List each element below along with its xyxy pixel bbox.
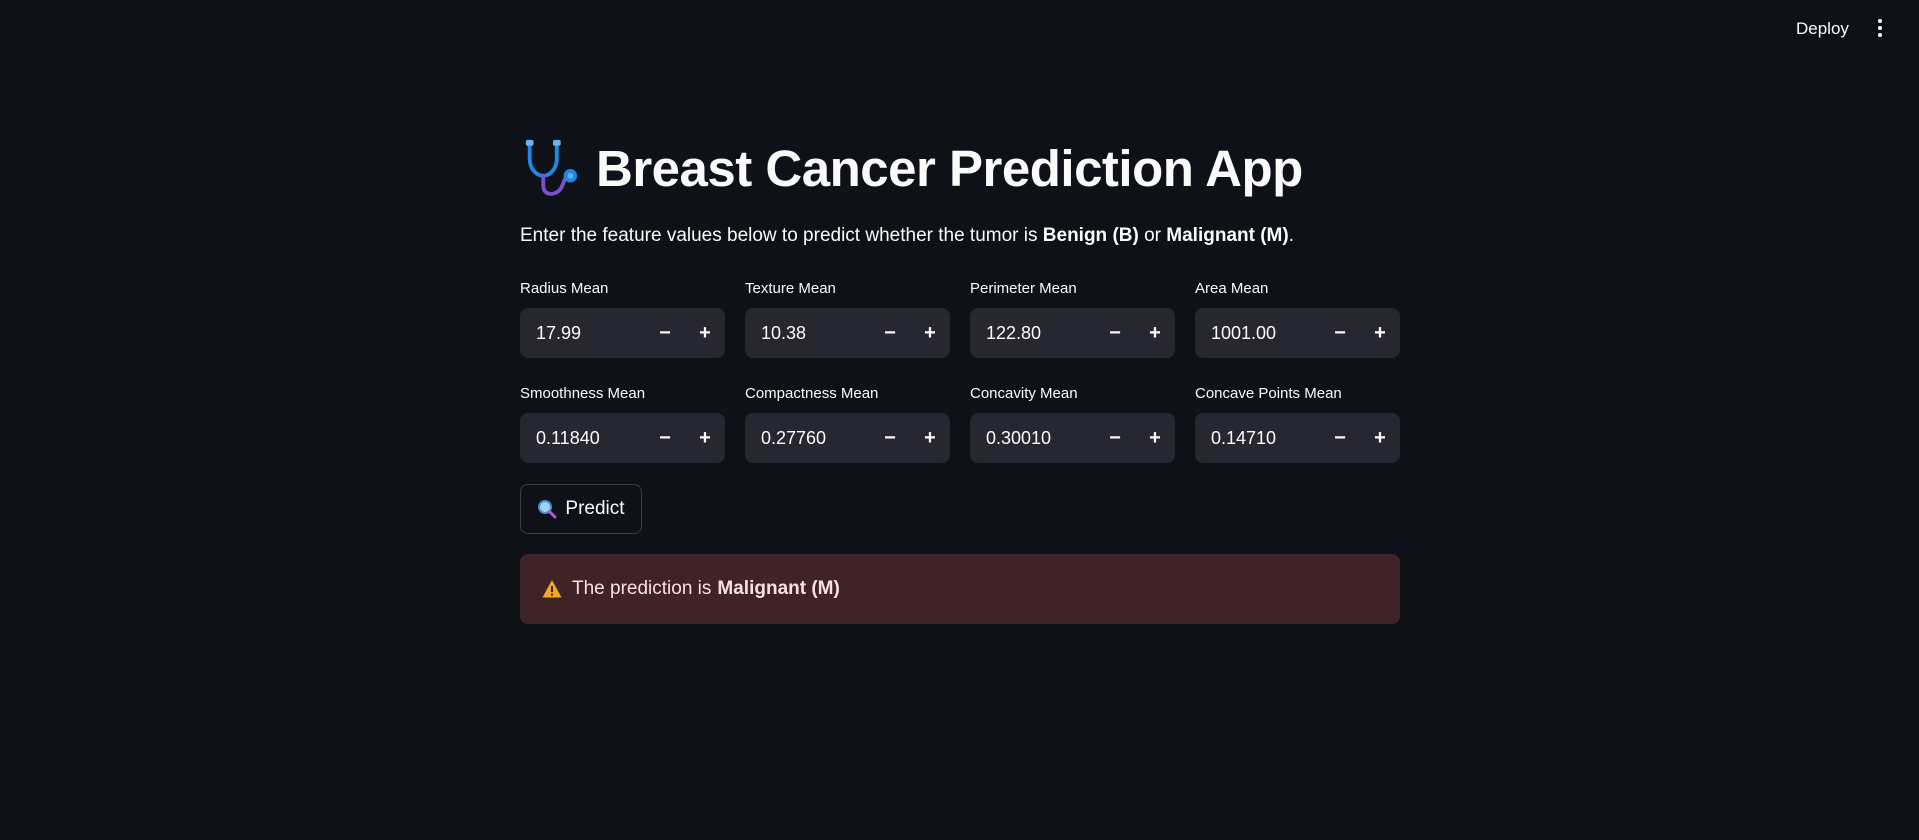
concave-points-mean-input[interactable] <box>1195 426 1320 450</box>
page-subtitle: Enter the feature values below to predic… <box>520 225 1294 247</box>
decrement-button[interactable]: − <box>645 413 685 463</box>
prediction-prefix: The prediction is <box>572 578 712 599</box>
field-label: Concavity Mean <box>970 385 1078 402</box>
warning-icon <box>542 580 562 598</box>
field-area-mean: Area Mean − + <box>1195 278 1400 358</box>
field-texture-mean: Texture Mean − + <box>745 278 950 358</box>
field-concave-points-mean: Concave Points Mean − + <box>1195 383 1400 463</box>
number-input: − + <box>745 413 950 463</box>
area-mean-input[interactable] <box>1195 321 1320 345</box>
field-concavity-mean: Concavity Mean − + <box>970 383 1175 463</box>
number-input: − + <box>1195 308 1400 358</box>
kebab-menu-icon[interactable] <box>1872 16 1888 42</box>
increment-button[interactable]: + <box>1135 308 1175 358</box>
page-title: Breast Cancer Prediction App <box>596 139 1303 197</box>
field-label: Radius Mean <box>520 280 609 297</box>
increment-button[interactable]: + <box>685 413 725 463</box>
decrement-button[interactable]: − <box>1320 413 1360 463</box>
number-input: − + <box>520 413 725 463</box>
subtitle-benign: Benign (B) <box>1042 225 1139 246</box>
field-label: Area Mean <box>1195 280 1269 297</box>
number-input: − + <box>970 308 1175 358</box>
increment-button[interactable]: + <box>1135 413 1175 463</box>
predict-label: Predict <box>565 498 625 519</box>
field-label: Texture Mean <box>745 280 836 297</box>
increment-button[interactable]: + <box>910 308 950 358</box>
decrement-button[interactable]: − <box>1095 308 1135 358</box>
field-label: Concave Points Mean <box>1195 385 1342 402</box>
subtitle-malignant: Malignant (M) <box>1166 225 1289 246</box>
decrement-button[interactable]: − <box>870 413 910 463</box>
decrement-button[interactable]: − <box>645 308 685 358</box>
top-bar: Deploy <box>0 0 1919 58</box>
smoothness-mean-input[interactable] <box>520 426 645 450</box>
stethoscope-icon <box>525 139 578 196</box>
number-input: − + <box>970 413 1175 463</box>
increment-button[interactable]: + <box>1360 413 1400 463</box>
field-label: Perimeter Mean <box>970 280 1077 297</box>
field-compactness-mean: Compactness Mean − + <box>745 383 950 463</box>
field-radius-mean: Radius Mean − + <box>520 278 725 358</box>
field-perimeter-mean: Perimeter Mean − + <box>970 278 1175 358</box>
number-input: − + <box>745 308 950 358</box>
increment-button[interactable]: + <box>1360 308 1400 358</box>
prediction-value: Malignant (M) <box>717 578 840 599</box>
number-input: − + <box>520 308 725 358</box>
prediction-alert: The prediction is Malignant (M) <box>520 554 1400 624</box>
number-input: − + <box>1195 413 1400 463</box>
radius-mean-input[interactable] <box>520 321 645 345</box>
increment-button[interactable]: + <box>685 308 725 358</box>
title-row: Breast Cancer Prediction App <box>520 132 1303 204</box>
increment-button[interactable]: + <box>910 413 950 463</box>
texture-mean-input[interactable] <box>745 321 870 345</box>
perimeter-mean-input[interactable] <box>970 321 1095 345</box>
field-label: Smoothness Mean <box>520 385 646 402</box>
field-smoothness-mean: Smoothness Mean − + <box>520 383 725 463</box>
compactness-mean-input[interactable] <box>745 426 870 450</box>
field-label: Compactness Mean <box>745 385 879 402</box>
subtitle-or: or <box>1138 225 1167 246</box>
decrement-button[interactable]: − <box>870 308 910 358</box>
deploy-button[interactable]: Deploy <box>1796 19 1849 39</box>
predict-button[interactable]: Predict <box>520 484 642 534</box>
decrement-button[interactable]: − <box>1320 308 1360 358</box>
concavity-mean-input[interactable] <box>970 426 1095 450</box>
subtitle-suffix: . <box>1288 225 1294 246</box>
decrement-button[interactable]: − <box>1095 413 1135 463</box>
subtitle-text: Enter the feature values below to predic… <box>520 225 1043 246</box>
magnifier-icon <box>538 500 557 519</box>
